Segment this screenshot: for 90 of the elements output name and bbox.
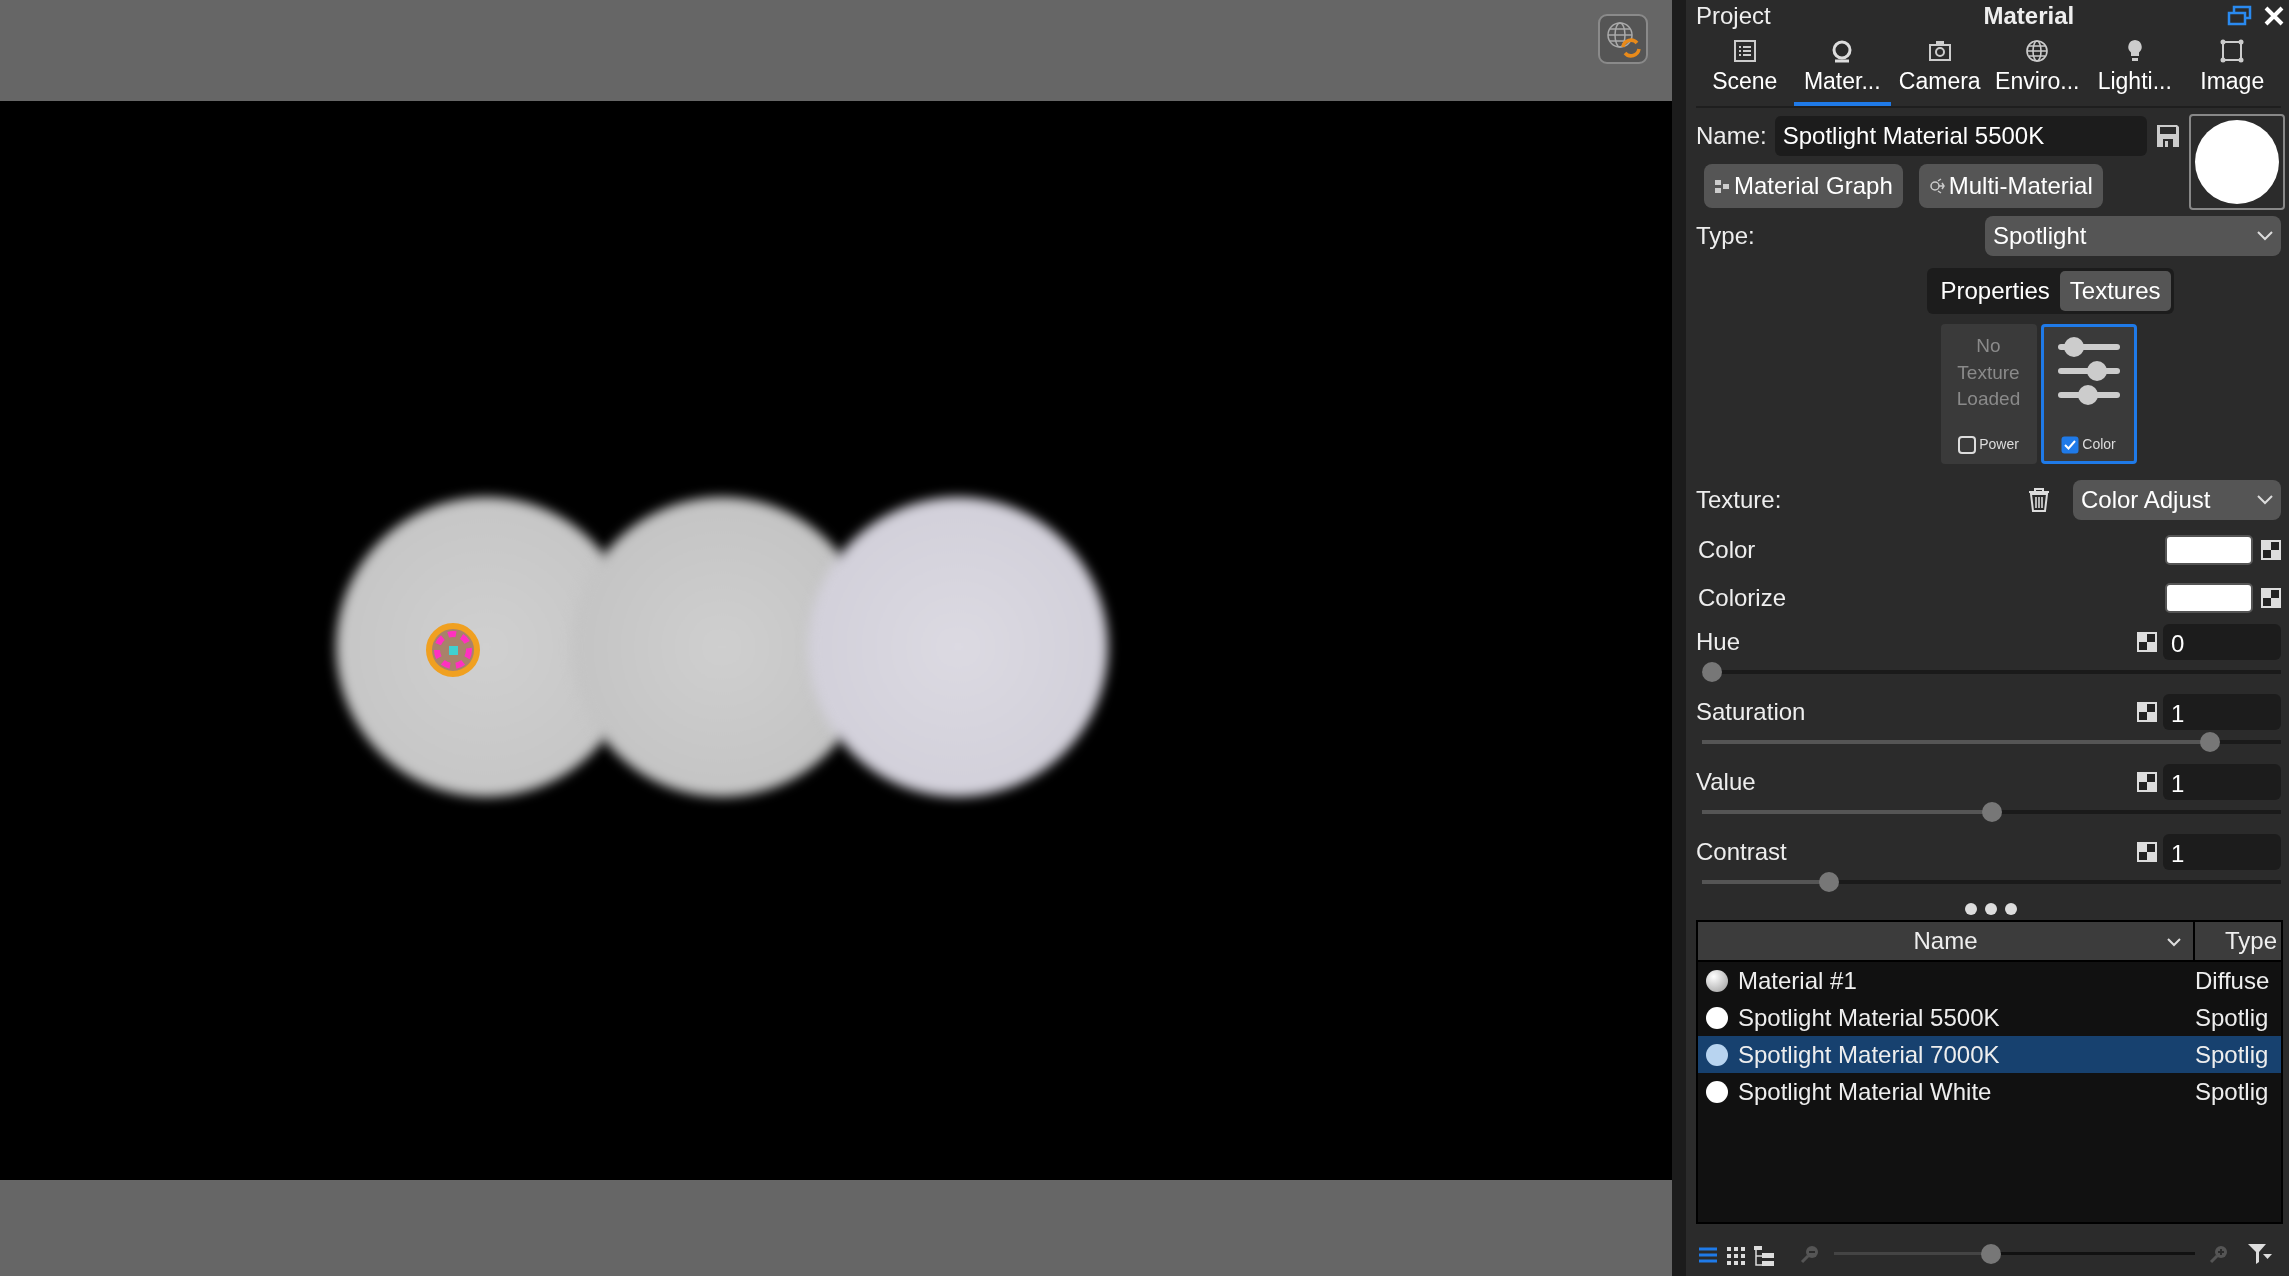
number-field[interactable]: 0	[2163, 624, 2281, 660]
save-icon[interactable]	[2155, 123, 2181, 149]
property-label: Value	[1696, 767, 1757, 797]
slider[interactable]	[1702, 872, 2281, 892]
segment-tab[interactable]: Textures	[2059, 271, 2171, 311]
panel-tab[interactable]: Camera	[1891, 32, 1989, 106]
panel-tab[interactable]: Image	[2183, 32, 2281, 106]
globe-refresh-button[interactable]	[1598, 14, 1648, 64]
material-type: Spotlig	[2195, 1002, 2270, 1033]
slider-thumb[interactable]	[1702, 662, 1722, 682]
property-label: Color	[1698, 535, 1757, 565]
slider-thumb[interactable]	[1819, 872, 1840, 892]
panel-tab[interactable]: Scene	[1696, 32, 1794, 106]
property-label: Saturation	[1696, 697, 1807, 727]
slider[interactable]	[1702, 732, 2281, 752]
material-type: Spotlig	[2195, 1039, 2270, 1070]
panel-title: Material	[1982, 1, 2076, 31]
restore-window-icon[interactable]	[2227, 5, 2253, 27]
slider-thumb[interactable]	[1981, 802, 2002, 822]
slider-thumb[interactable]	[2199, 732, 2220, 752]
chevron-down-icon	[2167, 938, 2181, 947]
material-name: Spotlight Material 5500K	[1738, 1002, 2001, 1033]
number-field[interactable]: 1	[2163, 694, 2281, 730]
number-field[interactable]: 1	[2163, 764, 2281, 800]
tree-view-icon	[1754, 1245, 1774, 1266]
panel-tab[interactable]: Enviro...	[1988, 32, 2086, 106]
camera-icon	[1926, 38, 1953, 64]
panel-tab[interactable]: Lighti...	[2086, 32, 2184, 106]
chevron-down-icon	[2257, 495, 2273, 505]
material-button[interactable]: Multi-Material	[1918, 164, 2103, 208]
slider[interactable]	[1702, 662, 2281, 682]
type-label: Type:	[1696, 221, 1755, 251]
name-label: Name:	[1696, 121, 1767, 151]
multi-sphere-icon	[1928, 178, 1945, 194]
close-icon[interactable]	[2263, 5, 2285, 27]
dropdown[interactable]: Color Adjust	[2073, 480, 2281, 520]
material-type: Spotlig	[2195, 1076, 2270, 1107]
checkbox[interactable]	[1958, 435, 1977, 454]
property-label: Hue	[1696, 627, 1742, 657]
texture-label: Texture:	[1696, 485, 1783, 515]
table-row[interactable]: Spotlight Material 5500K Spotlig	[1698, 999, 2281, 1036]
list-view-icon	[1698, 1245, 1718, 1266]
column-header[interactable]: Name	[1698, 922, 2195, 960]
slider-thumb[interactable]	[1980, 1244, 2001, 1264]
checkbox[interactable]	[2061, 435, 2080, 454]
checker-icon[interactable]	[2137, 702, 2157, 722]
texture-slot[interactable]: No Texture Loaded Power	[1940, 324, 2037, 464]
material-name: Material #1	[1738, 965, 1858, 996]
globe-icon	[2024, 38, 2051, 64]
table-row[interactable]: Material #1 Diffuse	[1698, 962, 2281, 999]
checker-icon[interactable]	[2137, 632, 2157, 652]
more-dots-icon[interactable]	[1963, 902, 2018, 916]
material-swatch-icon	[1706, 1043, 1728, 1066]
checker-icon[interactable]	[2261, 588, 2281, 608]
material-swatch-icon	[1706, 1080, 1728, 1103]
panel-tab[interactable]: Mater...	[1793, 32, 1891, 106]
checker-icon[interactable]	[2137, 842, 2157, 862]
segment-tab[interactable]: Properties	[1930, 271, 2060, 311]
dropdown[interactable]: Spotlight	[1985, 216, 2281, 256]
texture-slot[interactable]: Color	[2040, 324, 2137, 464]
chevron-down-icon	[2257, 231, 2273, 241]
slider[interactable]	[1702, 802, 2281, 822]
material-swatch-icon	[1706, 969, 1728, 992]
grid-view-icon	[1726, 1245, 1746, 1266]
table-row[interactable]: Spotlight Material 7000K Spotlig	[1698, 1036, 2281, 1073]
material-swatch-icon	[1706, 1006, 1728, 1029]
property-label: Contrast	[1696, 837, 1788, 867]
material-type: Diffuse	[2195, 965, 2271, 996]
graph-nodes-icon	[1714, 178, 1730, 194]
column-header[interactable]: Type	[2195, 923, 2281, 959]
panel-tab-label[interactable]: Project	[1696, 0, 1771, 34]
checker-icon[interactable]	[2261, 540, 2281, 560]
trash-icon[interactable]	[2027, 487, 2051, 513]
checkbox-label: Color	[2082, 435, 2116, 454]
property-label: Colorize	[1698, 583, 1788, 613]
zoom-slider[interactable]	[1834, 1244, 2195, 1264]
filter-icon[interactable]	[2247, 1242, 2273, 1266]
material-name: Spotlight Material 7000K	[1738, 1039, 2001, 1070]
checker-icon[interactable]	[2137, 772, 2157, 792]
number-field[interactable]: 1	[2163, 834, 2281, 870]
checkbox-label: Power	[1979, 435, 2019, 454]
empty-texture-text: No Texture Loaded	[1955, 334, 2022, 412]
color-swatch[interactable]	[2165, 535, 2253, 565]
list-icon	[1731, 38, 1758, 64]
table-row[interactable]: Spotlight Material White Spotlig	[1698, 1073, 2281, 1110]
material-name: Spotlight Material White	[1738, 1076, 1993, 1107]
material-button[interactable]: Material Graph	[1704, 164, 1903, 208]
frame-icon	[2219, 38, 2246, 64]
name-field[interactable]: Spotlight Material 5500K	[1774, 116, 2147, 156]
color-swatch[interactable]	[2165, 583, 2253, 613]
